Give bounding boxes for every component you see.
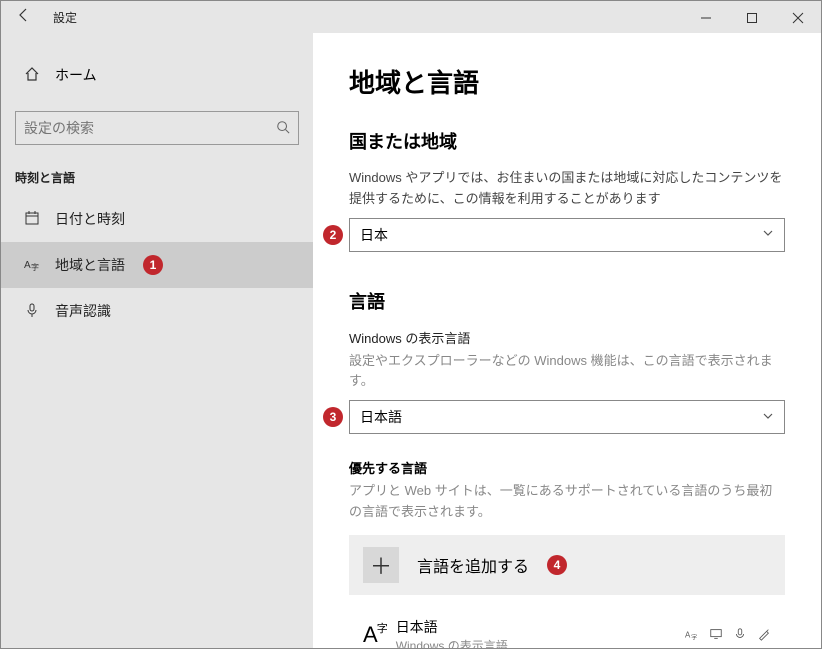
region-value: 日本: [360, 225, 388, 245]
add-language-label: 言語を追加する: [417, 553, 529, 577]
display-language-label: Windows の表示言語: [349, 328, 785, 347]
sidebar-item-label: 音声認識: [55, 301, 111, 321]
language-entry[interactable]: A字 日本語 Windows の表示言語 A字: [349, 609, 785, 648]
language-heading: 言語: [349, 288, 785, 314]
back-button[interactable]: [1, 7, 47, 28]
search-input[interactable]: [24, 120, 276, 136]
language-name: 日本語: [396, 617, 508, 637]
display-language-dropdown[interactable]: 日本語: [349, 400, 785, 434]
sidebar-item-label: 地域と言語: [55, 255, 125, 275]
callout-1: 1: [143, 255, 163, 275]
chevron-down-icon: [762, 227, 774, 242]
region-desc: Windows やアプリでは、お住まいの国または地域に対応したコンテンツを提供す…: [349, 168, 785, 210]
language-feature-icons: A字: [685, 627, 771, 644]
sidebar-item-speech[interactable]: 音声認識: [1, 288, 313, 334]
plus-icon: ＋: [363, 547, 399, 583]
maximize-button[interactable]: [729, 2, 775, 32]
close-button[interactable]: [775, 2, 821, 32]
language-icon: A字: [23, 256, 41, 275]
main-content: 地域と言語 国または地域 Windows やアプリでは、お住まいの国または地域に…: [313, 33, 821, 648]
home-nav[interactable]: ホーム: [1, 57, 313, 93]
speech-icon: [733, 627, 747, 644]
search-icon: [276, 120, 290, 137]
svg-text:字: 字: [31, 262, 39, 272]
svg-text:A: A: [685, 630, 691, 639]
language-sub: Windows の表示言語: [396, 637, 508, 648]
sidebar-item-datetime[interactable]: 日付と時刻: [1, 196, 313, 242]
microphone-icon: [23, 302, 41, 321]
language-glyph-icon: A字: [363, 622, 378, 648]
home-label: ホーム: [55, 65, 97, 85]
display-language-value: 日本語: [360, 407, 402, 427]
callout-4: 4: [547, 555, 567, 575]
sidebar-item-label: 日付と時刻: [55, 209, 125, 229]
search-box[interactable]: [15, 111, 299, 145]
text-to-speech-icon: A字: [685, 627, 699, 644]
titlebar: 設定: [1, 1, 821, 33]
add-language-button[interactable]: ＋ 言語を追加する 4: [349, 535, 785, 595]
window-title: 設定: [53, 9, 77, 26]
minimize-button[interactable]: [683, 2, 729, 32]
sidebar: ホーム 時刻と言語 日付と時刻 A字 地域と言語 1 音声認識: [1, 33, 313, 648]
callout-2: 2: [323, 225, 343, 245]
sidebar-item-region-language[interactable]: A字 地域と言語 1: [1, 242, 313, 288]
svg-text:A: A: [24, 260, 31, 271]
display-icon: [709, 627, 723, 644]
category-label: 時刻と言語: [1, 169, 313, 196]
preferred-languages-desc: アプリと Web サイトは、一覧にあるサポートされている言語のうち最初の言語で表…: [349, 481, 785, 523]
chevron-down-icon: [762, 410, 774, 425]
svg-text:字: 字: [691, 633, 697, 641]
region-dropdown[interactable]: 日本: [349, 218, 785, 252]
home-icon: [23, 66, 41, 85]
page-title: 地域と言語: [349, 63, 785, 100]
preferred-languages-label: 優先する言語: [349, 458, 785, 477]
handwriting-icon: [757, 627, 771, 644]
calendar-icon: [23, 210, 41, 229]
region-heading: 国または地域: [349, 128, 785, 154]
display-language-desc: 設定やエクスプローラーなどの Windows 機能は、この言語で表示されます。: [349, 351, 785, 393]
callout-3: 3: [323, 407, 343, 427]
